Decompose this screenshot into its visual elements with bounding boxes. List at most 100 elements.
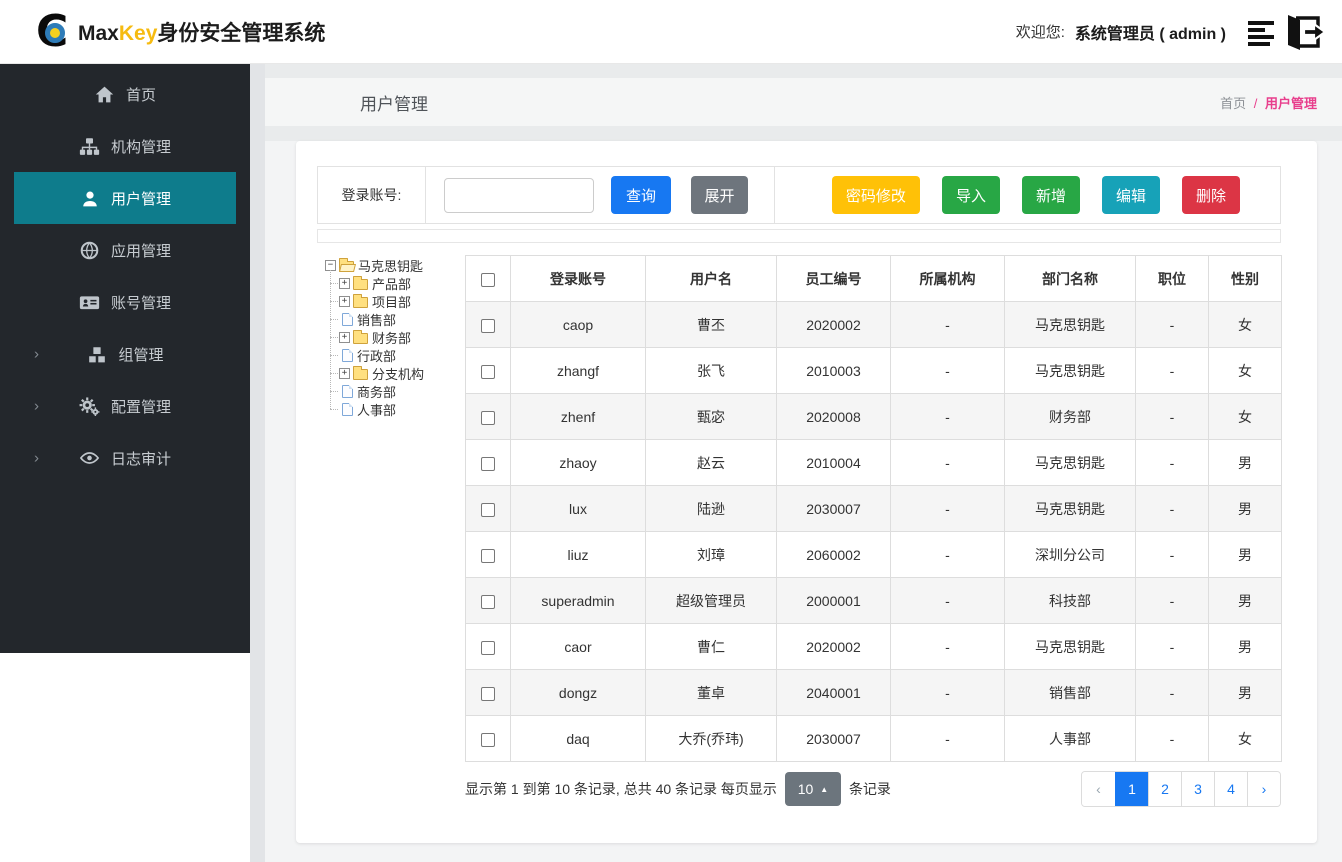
select-all-checkbox[interactable] xyxy=(481,272,495,287)
table-cell: superadmin xyxy=(510,577,646,624)
column-header: 所属机构 xyxy=(890,255,1005,302)
file-icon xyxy=(342,348,353,362)
table-cell: 男 xyxy=(1208,577,1282,624)
next-page-button[interactable]: › xyxy=(1247,772,1280,806)
action-button-新增[interactable]: 新增 xyxy=(1021,176,1080,214)
table-row[interactable]: zhangf 张飞 2010003- 马克思钥匙 - 女 xyxy=(465,347,1282,394)
row-checkbox[interactable] xyxy=(481,548,495,563)
current-user: 系统管理员 ( admin ) xyxy=(1074,25,1226,43)
expand-icon[interactable]: + xyxy=(339,277,350,289)
sidebar-item-label: 应用管理 xyxy=(110,242,171,260)
sidebar-item-label: 组管理 xyxy=(118,346,164,364)
expand-icon[interactable]: + xyxy=(339,367,350,379)
sidebar-item-globe[interactable]: 应用管理 xyxy=(0,224,250,276)
prev-page-button[interactable]: ‹ xyxy=(1082,772,1115,806)
expand-icon[interactable]: + xyxy=(339,295,350,307)
table-cell: 2020002 xyxy=(776,623,891,670)
tree-node[interactable]: − 马克思钥匙 xyxy=(325,256,465,274)
breadcrumb-home-link[interactable]: 首页 xyxy=(1220,96,1246,111)
table-row[interactable]: zhenf 甄宓 2020008- 财务部 - 女 xyxy=(465,393,1282,440)
expand-icon[interactable]: + xyxy=(339,331,350,343)
chevron-right-icon: › xyxy=(34,397,39,415)
table-row[interactable]: superadmin 超级管理员 2000001- 科技部 - 男 xyxy=(465,577,1282,624)
page-button-1[interactable]: 1 xyxy=(1115,772,1148,806)
tree-node[interactable]: + 项目部 xyxy=(338,292,465,310)
table-row[interactable]: lux 陆逊 2030007- 马克思钥匙 - 男 xyxy=(465,485,1282,532)
action-button-导入[interactable]: 导入 xyxy=(941,176,1000,214)
pagination-bar: 显示第 1 到第 10 条记录, 总共 40 条记录 每页显示 10 ▲ 条记录… xyxy=(465,771,1281,807)
query-button[interactable]: 查询 xyxy=(611,176,671,214)
sidebar-item-cubes[interactable]: › 组管理 xyxy=(0,328,250,380)
table-cell: 人事部 xyxy=(1004,715,1136,762)
sidebar-item-label: 首页 xyxy=(125,86,156,104)
table-row[interactable]: dongz 董卓 2040001- 销售部 - 男 xyxy=(465,669,1282,716)
sidebar-item-id-card[interactable]: 账号管理 xyxy=(0,276,250,328)
menu-lines-icon[interactable] xyxy=(1246,17,1280,47)
table-cell: 女 xyxy=(1208,715,1282,762)
page-button-4[interactable]: 4 xyxy=(1214,772,1247,806)
row-checkbox[interactable] xyxy=(481,364,495,379)
sidebar-item-sitemap[interactable]: 机构管理 xyxy=(0,120,250,172)
sidebar-item-user[interactable]: 用户管理 xyxy=(14,172,236,224)
table-cell: - xyxy=(890,347,1005,394)
page-button-3[interactable]: 3 xyxy=(1181,772,1214,806)
login-account-input[interactable] xyxy=(444,177,594,213)
table-cell: 2020008 xyxy=(776,393,891,440)
row-checkbox[interactable] xyxy=(481,318,495,333)
id-card-icon xyxy=(79,293,101,312)
table-cell: - xyxy=(890,393,1005,440)
row-checkbox[interactable] xyxy=(481,640,495,655)
row-checkbox[interactable] xyxy=(481,686,495,701)
sitemap-icon xyxy=(79,137,101,156)
row-checkbox[interactable] xyxy=(481,410,495,425)
page-button-2[interactable]: 2 xyxy=(1148,772,1181,806)
page-size-select[interactable]: 10 ▲ xyxy=(784,772,841,806)
row-checkbox[interactable] xyxy=(481,732,495,747)
table-row[interactable]: caop 曹丕 2020002- 马克思钥匙 - 女 xyxy=(465,301,1282,348)
sidebar-item-home[interactable]: 首页 xyxy=(0,68,250,120)
table-row[interactable]: liuz 刘璋 2060002- 深圳分公司 - 男 xyxy=(465,531,1282,578)
table-row[interactable]: zhaoy 赵云 2010004- 马克思钥匙 - 男 xyxy=(465,439,1282,486)
tree-node[interactable]: 人事部 xyxy=(338,400,465,418)
tree-node[interactable]: 商务部 xyxy=(338,382,465,400)
table-cell: 男 xyxy=(1208,485,1282,532)
tree-node[interactable]: + 财务部 xyxy=(338,328,465,346)
sidebar-item-eye[interactable]: › 日志审计 xyxy=(0,432,250,484)
table-row[interactable]: daq 大乔(乔玮) 2030007- 人事部 - 女 xyxy=(465,715,1282,762)
tree-node[interactable]: + 产品部 xyxy=(338,274,465,292)
table-row[interactable]: caor 曹仁 2020002- 马克思钥匙 - 男 xyxy=(465,623,1282,670)
table-cell: liuz xyxy=(510,531,646,578)
sidebar-item-gears[interactable]: › 配置管理 xyxy=(0,380,250,432)
tree-node[interactable]: + 分支机构 xyxy=(338,364,465,382)
action-button-编辑[interactable]: 编辑 xyxy=(1101,176,1160,214)
column-header: 用户名 xyxy=(645,255,777,302)
logout-icon[interactable] xyxy=(1284,13,1328,51)
pagination-info: 显示第 1 到第 10 条记录, 总共 40 条记录 每页显示 10 ▲ 条记录 xyxy=(465,772,891,806)
row-checkbox[interactable] xyxy=(481,456,495,471)
action-button-删除[interactable]: 删除 xyxy=(1181,176,1240,214)
file-icon xyxy=(342,312,353,326)
table-cell: zhangf xyxy=(510,347,646,394)
chevron-right-icon: › xyxy=(34,449,39,467)
table-cell: - xyxy=(890,577,1005,624)
row-checkbox[interactable] xyxy=(481,594,495,609)
table-cell: - xyxy=(890,439,1005,486)
table-cell: 张飞 xyxy=(645,347,777,394)
topbar: C MaxKey身份安全管理系统 欢迎您: 系统管理员 ( admin ) xyxy=(0,0,1342,64)
tree-node-label: 销售部 xyxy=(357,312,397,328)
sidebar-item-label: 用户管理 xyxy=(110,190,171,208)
sidebar-gutter xyxy=(250,64,265,862)
tree-node[interactable]: 行政部 xyxy=(338,346,465,364)
collapse-icon[interactable]: − xyxy=(325,259,336,271)
table-cell: dongz xyxy=(510,669,646,716)
action-button-密码修改[interactable]: 密码修改 xyxy=(831,176,920,214)
table-cell: 赵云 xyxy=(645,439,777,486)
tree-node[interactable]: 销售部 xyxy=(338,310,465,328)
table-cell: caor xyxy=(510,623,646,670)
table-cell: 2030007 xyxy=(776,715,891,762)
breadcrumb-current: 用户管理 xyxy=(1264,95,1317,111)
expand-button[interactable]: 展开 xyxy=(691,176,748,214)
content-area: 用户管理 首页 / 用户管理 登录账号: 查询 展开 密码修改 导入 新增 编辑 删除 … xyxy=(250,64,1342,862)
org-tree: − 马克思钥匙 + 产品部 + 项目部销售部 + 财务部 行政部 + 分支机构 商务部 人事部 xyxy=(325,256,465,418)
row-checkbox[interactable] xyxy=(481,502,495,517)
